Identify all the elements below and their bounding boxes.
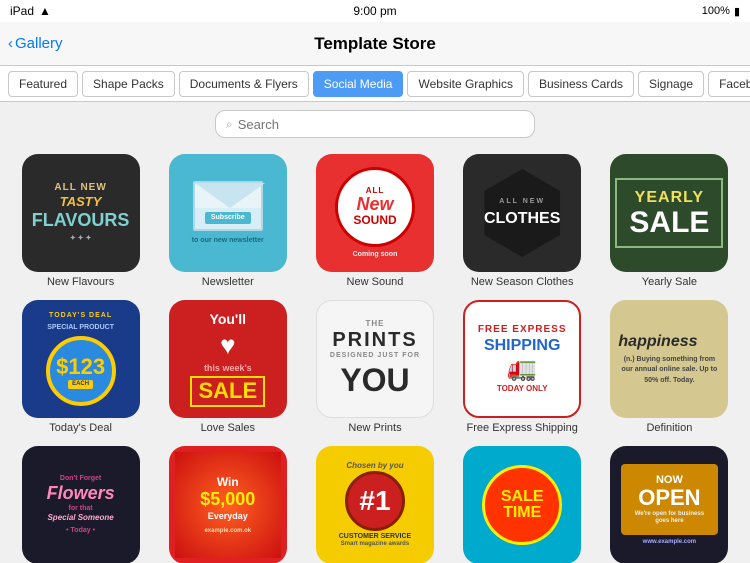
tab-social-media[interactable]: Social Media [313, 71, 404, 97]
template-thumb-newsletter: Subscribe to our new newsletter [169, 154, 287, 272]
status-time: 9:00 pm [353, 4, 396, 18]
template-label: Love Sales [201, 422, 255, 434]
list-item[interactable]: THE PRINTS DESIGNED JUST FOR YOU New Pri… [306, 300, 443, 434]
tab-website-graphics[interactable]: Website Graphics [407, 71, 523, 97]
list-item[interactable]: Chosen by you #1 CUSTOMER SERVICE Smart … [306, 446, 443, 563]
template-label: New Sound [347, 276, 404, 288]
template-thumb-new-flavours: ALL NEW tasty FLAVOURS ✦ ✦ ✦ [22, 154, 140, 272]
list-item[interactable]: ALL NEW tasty FLAVOURS ✦ ✦ ✦ New Flavour… [12, 154, 149, 288]
tab-signage[interactable]: Signage [638, 71, 704, 97]
template-grid: ALL NEW tasty FLAVOURS ✦ ✦ ✦ New Flavour… [0, 146, 750, 563]
template-thumb-todays-deal: TODAY'S DEAL SPECIAL PRODUCT $123 EACH [22, 300, 140, 418]
template-label: New Flavours [47, 276, 114, 288]
search-bar: ⌕ [0, 102, 750, 146]
template-label: Newsletter [202, 276, 254, 288]
nav-bar: ‹ Gallery Template Store [0, 22, 750, 66]
tab-shape-packs[interactable]: Shape Packs [82, 71, 175, 97]
list-item[interactable]: YEARLY SALE Yearly Sale [601, 154, 738, 288]
search-wrap: ⌕ [215, 110, 535, 138]
template-thumb-free-express-shipping: FREE EXPRESS SHIPPING 🚛 TODAY ONLY [463, 300, 581, 418]
list-item[interactable]: FREE EXPRESS SHIPPING 🚛 TODAY ONLY Free … [454, 300, 591, 434]
battery-label: 100% [702, 5, 730, 17]
status-bar: iPad ▲ 9:00 pm 100% ▮ [0, 0, 750, 22]
list-item[interactable]: happiness (n.) Buying something from our… [601, 300, 738, 434]
list-item[interactable]: You'll ♥ this week's SALE Love Sales [159, 300, 296, 434]
search-icon: ⌕ [226, 117, 233, 132]
template-label: Today's Deal [49, 422, 112, 434]
tab-business-cards[interactable]: Business Cards [528, 71, 634, 97]
tab-bar: Featured Shape Packs Documents & Flyers … [0, 66, 750, 102]
envelope-icon: Subscribe [193, 181, 263, 231]
list-item[interactable]: ALL NEW CLOTHES New Season Clothes [454, 154, 591, 288]
template-label: New Season Clothes [471, 276, 574, 288]
back-label: Gallery [15, 35, 63, 52]
search-input[interactable] [238, 117, 524, 132]
template-thumb-dont-forget-flowers: Don't Forget Flowers for that Special So… [22, 446, 140, 563]
template-thumb-new-prints: THE PRINTS DESIGNED JUST FOR YOU [316, 300, 434, 418]
list-item[interactable]: NOW OPEN We're open for businessgoes her… [601, 446, 738, 563]
template-thumb-win: Win $5,000 Everyday example.com.ok [169, 446, 287, 563]
page-title: Template Store [314, 34, 436, 54]
template-thumb-yearly-sale: YEARLY SALE [610, 154, 728, 272]
template-thumb-definition: happiness (n.) Buying something from our… [610, 300, 728, 418]
status-left: iPad ▲ [10, 4, 51, 18]
template-thumb-new-sound: ALL New SOUND Coming soon [316, 154, 434, 272]
template-label: Free Express Shipping [467, 422, 578, 434]
back-button[interactable]: ‹ Gallery [8, 35, 63, 52]
list-item[interactable]: SALE TIME Sale Time [454, 446, 591, 563]
list-item[interactable]: Subscribe to our new newsletter Newslett… [159, 154, 296, 288]
list-item[interactable]: ALL New SOUND Coming soon New Sound [306, 154, 443, 288]
list-item[interactable]: Win $5,000 Everyday example.com.ok Win [159, 446, 296, 563]
wifi-icon: ▲ [39, 4, 51, 18]
template-label: New Prints [348, 422, 401, 434]
template-thumb-number1: Chosen by you #1 CUSTOMER SERVICE Smart … [316, 446, 434, 563]
ipad-label: iPad [10, 4, 34, 18]
template-thumb-now-open: NOW OPEN We're open for businessgoes her… [610, 446, 728, 563]
template-thumb-sale-time: SALE TIME [463, 446, 581, 563]
chevron-left-icon: ‹ [8, 35, 13, 52]
template-thumb-new-season-clothes: ALL NEW CLOTHES [463, 154, 581, 272]
template-label: Definition [646, 422, 692, 434]
list-item[interactable]: Don't Forget Flowers for that Special So… [12, 446, 149, 563]
tab-documents-flyers[interactable]: Documents & Flyers [179, 71, 309, 97]
tab-featured[interactable]: Featured [8, 71, 78, 97]
tab-facebook-covers[interactable]: Facebook Covers [708, 71, 750, 97]
template-label: Yearly Sale [642, 276, 697, 288]
template-thumb-love-sales: You'll ♥ this week's SALE [169, 300, 287, 418]
battery-icon: ▮ [734, 5, 740, 18]
list-item[interactable]: TODAY'S DEAL SPECIAL PRODUCT $123 EACH T… [12, 300, 149, 434]
status-right: 100% ▮ [702, 5, 740, 18]
